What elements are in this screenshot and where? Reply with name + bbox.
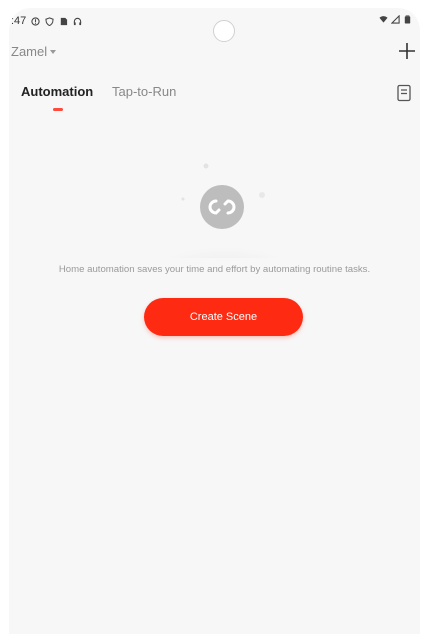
alert-circle-icon xyxy=(31,16,40,26)
empty-state-illustration xyxy=(164,163,284,258)
active-tab-indicator xyxy=(53,108,63,111)
create-scene-button[interactable]: Create Scene xyxy=(144,298,303,336)
log-icon[interactable] xyxy=(396,84,412,102)
status-right xyxy=(379,15,412,24)
signal-icon xyxy=(391,15,400,24)
battery-icon xyxy=(404,15,411,24)
status-time: :47 xyxy=(11,15,27,27)
sim-icon xyxy=(61,17,68,25)
tab-automation[interactable]: Automation xyxy=(21,84,93,99)
home-name: Zamel xyxy=(11,44,48,59)
header: Zamel xyxy=(9,38,420,66)
empty-state-message: Home automation saves your time and effo… xyxy=(58,264,371,275)
tab-tap-to-run[interactable]: Tap-to-Run xyxy=(112,84,176,99)
scene-tabs: Automation Tap-to-Run xyxy=(9,84,420,124)
plus-icon[interactable] xyxy=(394,38,420,64)
home-selector[interactable]: Zamel xyxy=(11,44,57,59)
shield-icon xyxy=(45,16,54,26)
app-screen: :47 Zamel Automation Tap-to-Run Home aut… xyxy=(9,8,420,634)
headset-icon xyxy=(74,17,82,25)
wifi-icon xyxy=(379,16,388,23)
caret-down-icon xyxy=(50,50,57,54)
status-left: :47 xyxy=(11,15,82,27)
